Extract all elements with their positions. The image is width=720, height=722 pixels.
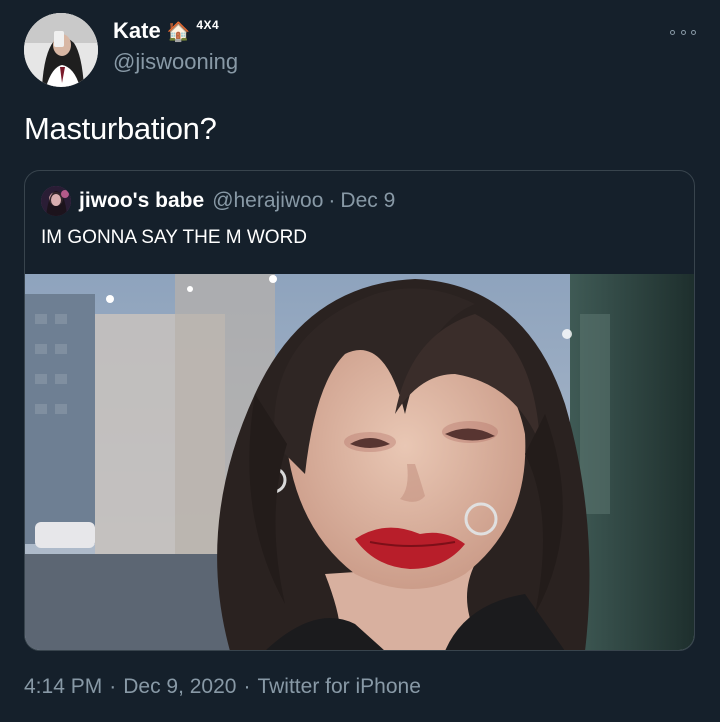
quoted-author-avatar [41,186,71,216]
more-options-icon[interactable] [670,25,696,39]
house-icon: 🏠 [166,22,191,43]
more-dot [691,29,696,35]
quoted-tweet-text: IM GONNA SAY THE M WORD [41,227,308,248]
tweet: Kate 🏠 4X4 @jiswooning Masturbation? jiw… [0,0,720,722]
quoted-separator: · [328,189,336,212]
author-name-row[interactable]: Kate 🏠 4X4 [113,18,219,44]
tweet-text: Masturbation? [24,111,217,146]
author-avatar[interactable] [24,13,98,87]
author-handle[interactable]: @jiswooning [113,49,238,75]
quoted-tweet-date: Dec 9 [340,189,396,212]
tweet-time[interactable]: 4:14 PM [24,675,102,699]
author-name-suffix: 4X4 [196,18,220,32]
tweet-date[interactable]: Dec 9, 2020 [123,675,236,699]
quoted-tweet-photo[interactable] [25,274,694,650]
tweet-meta: 4:14 PM · Dec 9, 2020 · Twitter for iPhone [24,675,421,699]
quoted-author-name: jiwoo's babe [79,189,205,212]
author-display-name[interactable]: Kate [113,18,161,44]
quoted-tweet-header: jiwoo's babe @herajiwoo · Dec 9 [41,186,395,216]
more-dot [670,29,675,35]
more-dot [680,29,686,35]
quoted-author-handle: @herajiwoo [212,189,324,212]
meta-separator: · [109,675,117,698]
quoted-tweet-card[interactable]: jiwoo's babe @herajiwoo · Dec 9 IM GONNA… [24,170,695,651]
tweet-source[interactable]: Twitter for iPhone [257,675,420,699]
meta-separator: · [243,675,251,698]
